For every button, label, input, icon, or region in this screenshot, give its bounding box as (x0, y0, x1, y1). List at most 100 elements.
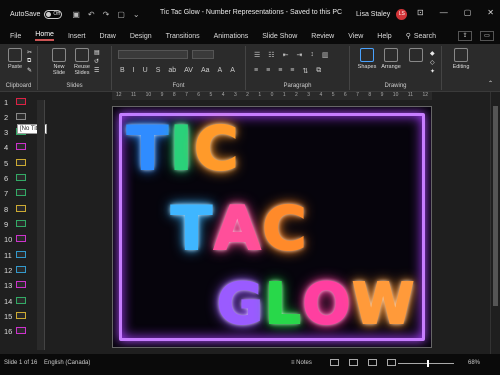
bold-button[interactable]: B (120, 67, 125, 74)
highlight-button[interactable]: A (218, 67, 223, 74)
thumbnail-image[interactable] (16, 174, 26, 181)
shape-outline-icon[interactable]: ◇ (430, 59, 435, 66)
font-color-button[interactable]: A (230, 67, 235, 74)
align-left-icon[interactable]: ≡ (254, 67, 258, 75)
shadow-button[interactable]: S (156, 67, 161, 74)
shapes-button[interactable]: Shapes (356, 48, 378, 70)
avatar[interactable]: LS (396, 9, 408, 20)
minimize-icon[interactable]: — (440, 8, 448, 17)
thumbnail-image[interactable] (16, 266, 26, 273)
reset-icon[interactable]: ↺ (94, 58, 99, 65)
autosave-control[interactable]: AutoSave Off (10, 9, 63, 19)
tab-animations[interactable]: Animations (214, 33, 249, 40)
more-icon[interactable]: ⌄ (133, 10, 140, 19)
change-case-button[interactable]: Aa (201, 67, 210, 74)
thumbnail-image[interactable] (16, 113, 26, 120)
thumbnail-image[interactable] (16, 159, 26, 166)
font-size-select[interactable] (192, 50, 214, 59)
thumbnail-image[interactable] (16, 297, 26, 304)
tab-insert[interactable]: Insert (68, 33, 86, 40)
italic-button[interactable]: I (133, 67, 135, 74)
thumbnail-image[interactable] (16, 98, 26, 105)
comments-icon[interactable]: ▭ (480, 31, 494, 41)
tab-review[interactable]: Review (311, 33, 334, 40)
normal-view-icon[interactable] (330, 359, 339, 366)
document-title: Tic Tac Glow - Number Representations - … (160, 9, 342, 16)
align-right-icon[interactable]: ≡ (278, 67, 282, 75)
zoom-slider-knob[interactable] (427, 360, 429, 367)
thumbnail-image[interactable] (16, 281, 26, 288)
maximize-icon[interactable]: ▢ (464, 8, 472, 17)
share-icon[interactable]: ⇪ (458, 31, 472, 41)
new-doc-icon[interactable]: ▢ (117, 10, 125, 19)
font-name-select[interactable] (118, 50, 188, 59)
close-icon[interactable]: ✕ (487, 8, 494, 17)
shape-fill-icon[interactable]: ◆ (430, 50, 435, 57)
line-spacing-icon[interactable]: ↕ (310, 51, 314, 59)
scrollbar-thumb[interactable] (493, 106, 498, 306)
tab-transitions[interactable]: Transitions (166, 33, 200, 40)
tab-file[interactable]: File (10, 33, 21, 40)
align-center-icon[interactable]: ≡ (266, 67, 270, 75)
tab-slide-show[interactable]: Slide Show (262, 33, 297, 40)
char-spacing-button[interactable]: AV (184, 67, 193, 74)
paste-button[interactable]: Paste (4, 48, 26, 70)
autosave-toggle[interactable]: Off (44, 9, 63, 19)
section-icon[interactable]: ☰ (94, 67, 99, 74)
zoom-slider[interactable] (398, 363, 454, 364)
tab-help[interactable]: Help (377, 33, 391, 40)
thumbnail-image[interactable] (16, 312, 26, 319)
redo-icon[interactable]: ↷ (103, 10, 110, 19)
slide-word-glow[interactable]: GLOW (216, 276, 416, 334)
thumbnail-image[interactable] (16, 220, 26, 227)
layout-icon[interactable]: ▤ (94, 49, 100, 56)
slide-word-tic[interactable]: TIC (126, 118, 240, 180)
tab-draw[interactable]: Draw (99, 33, 115, 40)
justify-icon[interactable]: ≡ (290, 67, 294, 75)
thumbnail-image[interactable] (16, 327, 26, 334)
tab-home[interactable]: Home (35, 31, 54, 41)
reading-view-icon[interactable] (368, 359, 377, 366)
shape-effects-icon[interactable]: ✦ (430, 68, 435, 75)
slide-word-tac[interactable]: TAC (170, 198, 308, 260)
format-painter-icon[interactable]: ✎ (27, 67, 32, 74)
slideshow-icon[interactable] (387, 359, 396, 366)
search-box[interactable]: ⚲ Search (406, 32, 436, 41)
smartart-icon[interactable]: ⧉ (316, 67, 321, 75)
undo-icon[interactable]: ↶ (88, 10, 95, 19)
thumbnail-image[interactable] (16, 235, 26, 242)
quick-styles-button[interactable] (405, 48, 427, 64)
slide-sorter-icon[interactable] (349, 359, 358, 366)
tab-design[interactable]: Design (130, 33, 152, 40)
ribbon-display-icon[interactable]: ⊡ (417, 8, 424, 17)
zoom-level[interactable]: 68% (468, 360, 480, 366)
thumbnail-image[interactable] (16, 143, 26, 150)
thumbnail-image[interactable] (16, 189, 26, 196)
underline-button[interactable]: U (143, 67, 148, 74)
decrease-indent-icon[interactable]: ⇤ (283, 51, 289, 59)
editing-button[interactable]: Editing (450, 48, 472, 70)
increase-indent-icon[interactable]: ⇥ (296, 51, 302, 59)
cut-icon[interactable]: ✂ (27, 49, 32, 56)
save-icon[interactable]: ▣ (72, 10, 80, 19)
text-direction-icon[interactable]: ⇅ (302, 67, 308, 75)
copy-icon[interactable]: ⧉ (27, 58, 31, 65)
notes-button[interactable]: ≡ Notes (291, 360, 312, 366)
ruler-tick: 1 (282, 92, 286, 98)
numbering-icon[interactable]: ☷ (268, 51, 274, 59)
columns-icon[interactable]: ▥ (322, 51, 329, 59)
new-slide-button[interactable]: New Slide (48, 48, 70, 76)
arrange-button[interactable]: Arrange (380, 48, 402, 70)
thumbnail-number: 6 (4, 174, 9, 183)
user-account[interactable]: Lisa Staley LS (356, 9, 408, 20)
bullets-icon[interactable]: ☰ (254, 51, 260, 59)
vertical-scrollbar[interactable] (490, 92, 500, 354)
reuse-slides-button[interactable]: Reuse Slides (71, 48, 93, 76)
thumbnail-image[interactable] (16, 251, 26, 258)
language-indicator[interactable]: English (Canada) (44, 360, 90, 366)
collapse-ribbon-icon[interactable]: ⌃ (488, 80, 493, 87)
strikethrough-button[interactable]: ab (168, 67, 176, 74)
current-slide[interactable]: TIC TAC GLOW (112, 106, 432, 348)
thumbnail-image[interactable] (16, 205, 26, 212)
tab-view[interactable]: View (348, 33, 363, 40)
